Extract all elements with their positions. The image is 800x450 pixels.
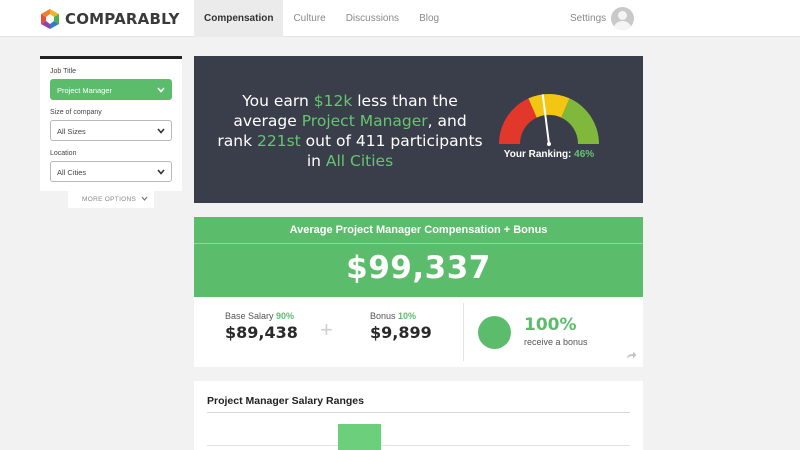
job-title-value: Project Manager (57, 86, 113, 95)
company-size-value: All Sizes (57, 127, 86, 136)
chevron-down-icon (157, 169, 165, 175)
gauge-green-segment (561, 98, 599, 144)
base-salary-value: $89,438 (225, 323, 298, 342)
rank-highlight: 221st (257, 132, 301, 150)
bonus-pie-icon (478, 316, 511, 349)
job-title-label: Job Title (50, 68, 77, 75)
chevron-down-icon (141, 196, 148, 201)
ranking-value: 46% (574, 149, 595, 160)
gauge-pivot (547, 142, 551, 146)
average-compensation-title: Average Project Manager Compensation + B… (289, 224, 548, 236)
logo-mark-icon (41, 9, 59, 29)
receive-bonus-label: receive a bonus (524, 337, 588, 347)
settings-link[interactable]: Settings (570, 0, 606, 37)
more-options-button[interactable]: MORE OPTIONS (68, 191, 154, 208)
tab-culture[interactable]: Culture (283, 0, 335, 37)
comparably-logo[interactable]: COMPARABLY (40, 8, 180, 30)
earnings-difference: $12k (313, 92, 353, 110)
top-bar: COMPARABLY Compensation Culture Discussi… (0, 0, 800, 37)
job-title-highlight: Project Manager (301, 112, 428, 130)
chevron-down-icon (157, 128, 165, 134)
divider (194, 243, 643, 244)
location-highlight: All Cities (325, 152, 394, 170)
chevron-down-icon (157, 87, 165, 93)
ranking-label: Your Ranking: 46% (490, 149, 608, 160)
salary-ranges-title: Project Manager Salary Ranges (207, 395, 364, 407)
average-compensation-card: Average Project Manager Compensation + B… (194, 217, 643, 297)
more-options-label: MORE OPTIONS (82, 196, 137, 203)
receive-bonus-pct: 100% (524, 315, 577, 335)
main-nav: Compensation Culture Discussions Blog (194, 0, 449, 37)
base-salary-text: Base Salary (225, 311, 274, 321)
earnings-statement: You earn $12k less than the average Proj… (214, 91, 486, 171)
divider (207, 412, 630, 413)
location-select[interactable]: All Cities (50, 161, 172, 182)
statement-text: You earn (242, 92, 314, 110)
salary-range-bar (338, 424, 381, 450)
user-avatar-icon[interactable] (611, 7, 634, 30)
salary-ranges-card: Project Manager Salary Ranges (194, 381, 643, 450)
company-size-select[interactable]: All Sizes (50, 120, 172, 141)
filters-panel: Job Title Project Manager Size of compan… (40, 56, 182, 191)
ranking-gauge (498, 93, 599, 146)
tab-compensation[interactable]: Compensation (194, 0, 284, 37)
chart-axis (207, 445, 630, 446)
bonus: Bonus 10% $9,899 (370, 311, 432, 342)
share-icon[interactable] (626, 351, 637, 360)
base-salary-label: Base Salary 90% (225, 311, 298, 321)
earnings-summary: You earn $12k less than the average Proj… (194, 56, 643, 203)
company-size-label: Size of company (50, 109, 102, 116)
brand-name: COMPARABLY (65, 10, 180, 28)
ranking-text: Your Ranking: (503, 149, 575, 160)
bonus-text: Bonus (370, 311, 396, 321)
average-compensation-value: $99,337 (346, 250, 491, 286)
avatar-head (618, 11, 627, 20)
tab-blog[interactable]: Blog (409, 0, 449, 37)
location-value: All Cities (57, 168, 87, 177)
bonus-label: Bonus 10% (370, 311, 432, 321)
plus-icon: + (320, 317, 333, 342)
location-label: Location (50, 150, 77, 157)
divider (463, 303, 464, 361)
tab-discussions[interactable]: Discussions (336, 0, 409, 37)
bonus-value: $9,899 (370, 323, 432, 342)
gauge-red-segment (498, 98, 537, 144)
avatar-body (614, 21, 631, 30)
compensation-breakdown: Base Salary 90% $89,438 + Bonus 10% $9,8… (194, 297, 643, 367)
base-salary: Base Salary 90% $89,438 (225, 311, 298, 342)
bonus-pct: 10% (398, 311, 417, 321)
job-title-select[interactable]: Project Manager (50, 79, 172, 100)
base-salary-pct: 90% (276, 311, 295, 321)
